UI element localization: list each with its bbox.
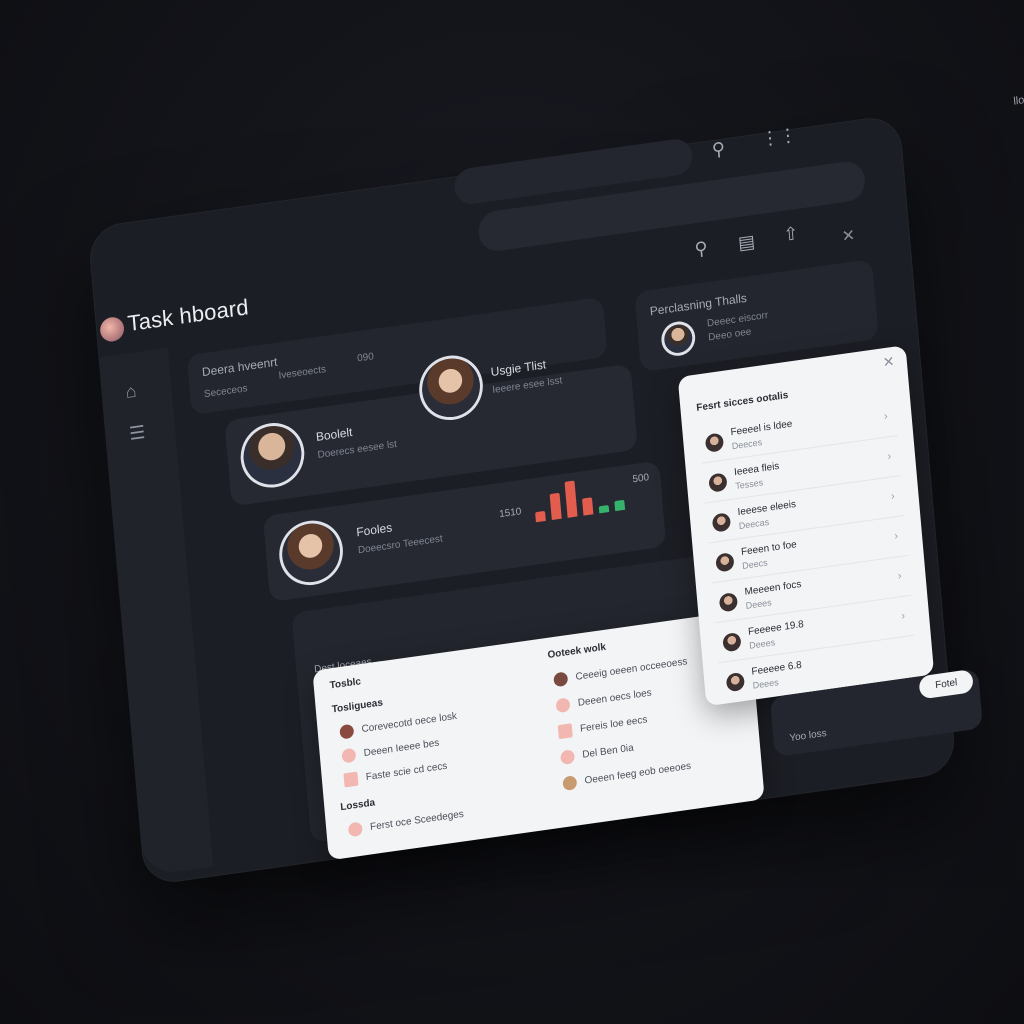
list-item-label: Oeeen feeg eob oeeoes (584, 760, 692, 787)
chart-bar-b (549, 492, 562, 521)
list-item-label: Corevecotd oece losk (361, 710, 458, 736)
details-list: ✕ Fesrt sicces ootalis Feeeel is ldee Dee… (677, 345, 935, 707)
header-tab[interactable]: Sececeos (204, 383, 248, 400)
list-item[interactable]: Ceeeig oeeen occeeoess (553, 655, 688, 688)
folder-icon (343, 771, 359, 788)
folder-icon (557, 723, 573, 740)
avatar (715, 552, 735, 573)
section-right-title: Ooteek wolk (547, 641, 607, 661)
home-icon[interactable]: ⌂ (125, 381, 138, 403)
stage: lloues ⚲ ⋮⋮ ⚲ ▤ ⇧ Task hboard ⌂ ☰ Deera … (0, 0, 1024, 1024)
row-title: Feeeee 19.8 (747, 619, 805, 638)
share-icon[interactable]: ⇧ (783, 223, 800, 246)
row-title: Feeeel is ldee (730, 418, 793, 439)
list-item[interactable]: Del Ben 0ia (560, 741, 635, 766)
list-item[interactable]: Deeen oecs loes (555, 686, 653, 714)
list-item[interactable]: Corevecotd oece losk (339, 709, 458, 740)
row-title: Ieeese eleeis (737, 498, 797, 519)
app-window: lloues ⚲ ⋮⋮ ⚲ ▤ ⇧ Task hboard ⌂ ☰ Deera … (87, 92, 1024, 887)
avatar (711, 512, 732, 533)
avatar (708, 472, 728, 493)
chart-bar-d (582, 497, 594, 516)
close-icon[interactable]: ✕ (882, 353, 895, 372)
list-item-label: Fereis loe eecs (579, 714, 648, 735)
group-title: Tosligueas (331, 697, 384, 716)
row-sub: Deeces (731, 437, 763, 452)
chevron-right-icon: › (883, 410, 889, 423)
row-title: Ieeea fleis (733, 460, 780, 479)
avatar (241, 422, 304, 489)
row-sub: Deees (745, 597, 772, 611)
avatar-logo (99, 315, 126, 344)
stat-name: Fooles (355, 520, 393, 540)
avatar (339, 723, 355, 740)
avatar (279, 519, 343, 586)
avatar (704, 432, 725, 453)
page-title: Task hboard (126, 294, 250, 337)
avatar (725, 671, 746, 693)
chevron-right-icon: › (893, 530, 899, 543)
list-title: Fesrt sicces ootalis (695, 389, 789, 414)
grid-menu-icon[interactable]: ⋮⋮ (760, 124, 797, 150)
list-item-label: Deeen Ieeee bes (363, 737, 440, 760)
avatar (718, 592, 739, 613)
topbar-label: lloues (1012, 91, 1024, 108)
folder-icon (560, 749, 576, 766)
list-item-label: Ceeeig oeeen occeeoess (575, 656, 688, 683)
row-title: Feeeee 6.8 (751, 659, 803, 678)
chart-bar-f (614, 500, 626, 512)
chevron-right-icon: › (886, 450, 892, 463)
row-title: Feeen to foe (740, 539, 798, 559)
list-item-label: Ferst oce Sceedeges (369, 808, 465, 833)
list-item-label: Del Ben 0ia (581, 742, 635, 761)
header-card-title: Deera hveenrt (201, 354, 278, 380)
person-name: Boolelt (315, 424, 353, 445)
row-sub: Deecs (741, 557, 768, 571)
list-item-label: Faste scie cd cecs (365, 760, 448, 784)
folder-icon (555, 697, 571, 714)
list-item[interactable]: Deeen Ieeee bes (341, 736, 440, 764)
stat-value-right: 500 (632, 472, 650, 486)
avatar (663, 322, 694, 355)
list-item[interactable]: Ferst oce Sceedeges (347, 807, 465, 838)
search-icon[interactable]: ⚲ (694, 238, 709, 261)
chevron-right-icon: › (897, 569, 903, 583)
header-tab[interactable]: Iveseoects (278, 364, 326, 382)
list-item[interactable]: Fereis loe eecs (557, 713, 648, 740)
chart-bar-a (535, 511, 546, 523)
row-title: Meeeen focs (744, 578, 802, 598)
list-item[interactable]: Faste scie cd cecs (343, 759, 448, 788)
row-sub: Deees (748, 637, 776, 651)
list-item-label: Deeen oecs loes (577, 687, 653, 709)
chart-bar-c (564, 480, 578, 518)
hamburger-icon[interactable]: ☰ (128, 422, 146, 445)
row-sub: Deees (752, 677, 779, 691)
calendar-icon[interactable]: ▤ (737, 231, 756, 254)
stat-value-left: 1510 (498, 506, 522, 521)
search-icon[interactable]: ⚲ (711, 138, 726, 161)
footer-label: Yoo loss (788, 727, 828, 745)
chevron-right-icon: › (900, 609, 906, 623)
group-title: Lossda (339, 797, 376, 814)
chart-bar-e (598, 504, 610, 514)
section-left-title: Tosblc (329, 676, 362, 692)
header-tab[interactable]: 090 (357, 351, 374, 364)
avatar (553, 671, 569, 688)
right-panel-sub2: Deeo oee (707, 326, 752, 344)
avatar (562, 775, 578, 792)
sidebar: ⌂ ☰ (98, 347, 214, 877)
person-sub: Ieeere esee lsst (491, 375, 563, 397)
folder-icon (341, 747, 357, 764)
right-panel-sub: Deeec eiscorr (706, 309, 769, 330)
chevron-right-icon: › (890, 490, 896, 503)
avatar (722, 631, 742, 653)
row-sub: Deecas (738, 516, 770, 532)
close-icon[interactable]: ✕ (841, 225, 856, 247)
list-item[interactable]: Oeeen feeg eob oeeoes (562, 759, 692, 792)
avatar (347, 821, 363, 838)
bar-chart (531, 473, 629, 523)
row-sub: Tesses (734, 477, 764, 492)
